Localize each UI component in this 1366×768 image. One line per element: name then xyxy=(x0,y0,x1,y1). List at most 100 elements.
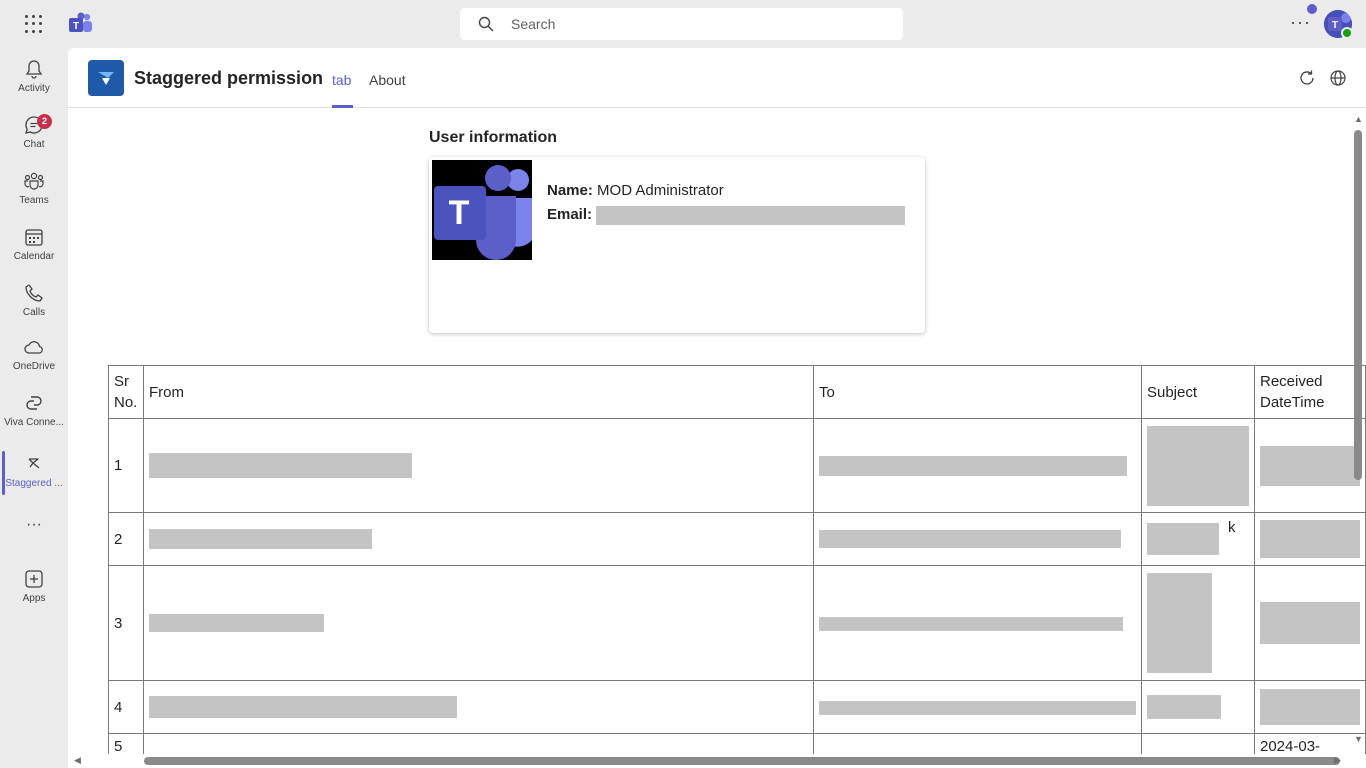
cell-received xyxy=(1253,512,1366,566)
cell-from xyxy=(142,512,814,566)
search-bar[interactable]: Search xyxy=(460,8,903,40)
cell-received xyxy=(1253,680,1366,734)
rail-label: Staggered ... xyxy=(5,478,63,489)
table-row[interactable]: 5 2024-03- xyxy=(108,733,1366,754)
teams-logo-icon: T xyxy=(69,12,92,32)
search-placeholder: Search xyxy=(511,16,556,32)
rail-label: Viva Conne... xyxy=(4,417,64,428)
column-header-received: Received DateTime xyxy=(1253,365,1366,419)
table-row[interactable]: 2 k xyxy=(108,512,1366,566)
cell-to xyxy=(812,418,1142,513)
rail-label: Calendar xyxy=(13,251,55,262)
scroll-up-icon[interactable]: ▲ xyxy=(1354,114,1363,124)
search-icon xyxy=(478,16,494,32)
cell-subject xyxy=(1140,565,1255,681)
table-row[interactable]: 4 xyxy=(108,680,1366,734)
name-value: MOD Administrator xyxy=(597,182,724,199)
redacted-from xyxy=(148,453,412,478)
table-row[interactable]: 1 xyxy=(108,418,1366,513)
cell-from xyxy=(142,418,814,513)
tab-content: User information T Name: MOD Administrat… xyxy=(68,109,1366,754)
redacted-from xyxy=(148,614,324,633)
phone-icon xyxy=(25,284,43,302)
bell-icon xyxy=(25,60,43,79)
rail-item-chat[interactable]: 2 Chat xyxy=(0,106,68,162)
svg-text:T: T xyxy=(1332,20,1338,31)
rail-item-staggered[interactable]: Staggered ... xyxy=(0,445,68,501)
presence-available-icon xyxy=(1341,27,1353,39)
left-rail: Activity 2 Chat Teams Calendar Calls One… xyxy=(0,48,68,768)
redacted-to xyxy=(818,616,1123,631)
redacted-to xyxy=(818,455,1127,476)
horizontal-scrollbar[interactable]: ◀ ▶ xyxy=(68,753,1366,768)
calendar-icon xyxy=(25,229,43,246)
top-bar: T Search ··· T xyxy=(0,0,1366,48)
table-row[interactable]: 3 xyxy=(108,565,1366,681)
rail-item-activity[interactable]: Activity xyxy=(0,50,68,106)
rail-item-apps[interactable]: Apps xyxy=(0,560,68,616)
scroll-right-icon[interactable]: ▶ xyxy=(1334,755,1341,766)
vertical-scroll-thumb[interactable] xyxy=(1354,130,1362,480)
redacted-from xyxy=(148,529,372,549)
redacted-subject xyxy=(1146,425,1249,506)
rail-item-calendar[interactable]: Calendar xyxy=(0,218,68,274)
active-tab-indicator xyxy=(332,105,353,108)
column-header-sr: Sr No. xyxy=(108,365,144,419)
redacted-received xyxy=(1259,520,1360,558)
svg-text:T: T xyxy=(449,194,470,232)
email-row: Email: xyxy=(547,203,906,227)
refresh-icon[interactable] xyxy=(1298,69,1316,87)
user-info-card: T Name: MOD Administrator Email: xyxy=(429,157,925,333)
rail-label: Apps xyxy=(22,593,46,604)
rail-item-viva-connections[interactable]: Viva Conne... xyxy=(0,384,68,440)
app-title: Staggered permission xyxy=(134,68,324,88)
redacted-email xyxy=(596,205,906,225)
horizontal-scroll-thumb[interactable] xyxy=(144,757,1340,765)
rail-item-more[interactable]: ··· xyxy=(0,510,68,546)
scroll-down-icon[interactable]: ▼ xyxy=(1354,734,1363,744)
column-header-subject: Subject xyxy=(1140,365,1255,419)
cell-to xyxy=(812,512,1142,566)
table-header-row: Sr No. From To Subject Received DateTime xyxy=(108,365,1366,419)
redacted-subject xyxy=(1146,523,1219,555)
more-icon: ··· xyxy=(26,516,42,533)
teams-icon xyxy=(24,172,44,190)
globe-icon[interactable] xyxy=(1329,69,1347,87)
app-launcher-icon[interactable] xyxy=(22,12,46,36)
redacted-received xyxy=(1259,602,1360,644)
cell-sr: 2 xyxy=(108,512,144,566)
redacted-subject xyxy=(1146,695,1221,719)
cell-sr: 5 xyxy=(108,733,144,754)
rail-label: Activity xyxy=(18,83,50,94)
rail-item-teams[interactable]: Teams xyxy=(0,162,68,218)
svg-text:T: T xyxy=(73,21,79,32)
cell-sr: 1 xyxy=(108,418,144,513)
column-header-from: From xyxy=(142,365,814,419)
redacted-from xyxy=(148,696,457,718)
redacted-to xyxy=(818,530,1121,549)
cloud-icon xyxy=(24,341,43,354)
redacted-to xyxy=(818,700,1136,715)
cell-to xyxy=(812,680,1142,734)
column-header-to: To xyxy=(812,365,1142,419)
cell-received xyxy=(1253,418,1366,513)
viva-connections-icon xyxy=(26,396,42,410)
staggered-app-icon xyxy=(28,458,40,469)
cell-from xyxy=(142,733,814,754)
email-label: Email: xyxy=(547,206,593,223)
tab-tab[interactable]: tab xyxy=(332,72,351,88)
tab-about[interactable]: About xyxy=(369,72,406,88)
cell-received: 2024-03- xyxy=(1253,733,1366,754)
rail-item-calls[interactable]: Calls xyxy=(0,274,68,330)
subject-fragment: k xyxy=(1227,519,1236,536)
rail-label: Chat xyxy=(23,139,45,150)
scroll-left-icon[interactable]: ◀ xyxy=(74,755,81,766)
vertical-scrollbar[interactable]: ▲ ▼ xyxy=(1350,110,1366,750)
rail-item-onedrive[interactable]: OneDrive xyxy=(0,328,68,384)
more-options-icon[interactable]: ··· xyxy=(1290,12,1311,33)
app-header: Staggered permission tab About xyxy=(68,48,1366,108)
name-label: Name: xyxy=(547,182,593,199)
redacted-subject xyxy=(1146,573,1212,673)
redacted-received xyxy=(1259,689,1360,725)
cell-subject xyxy=(1140,680,1255,734)
